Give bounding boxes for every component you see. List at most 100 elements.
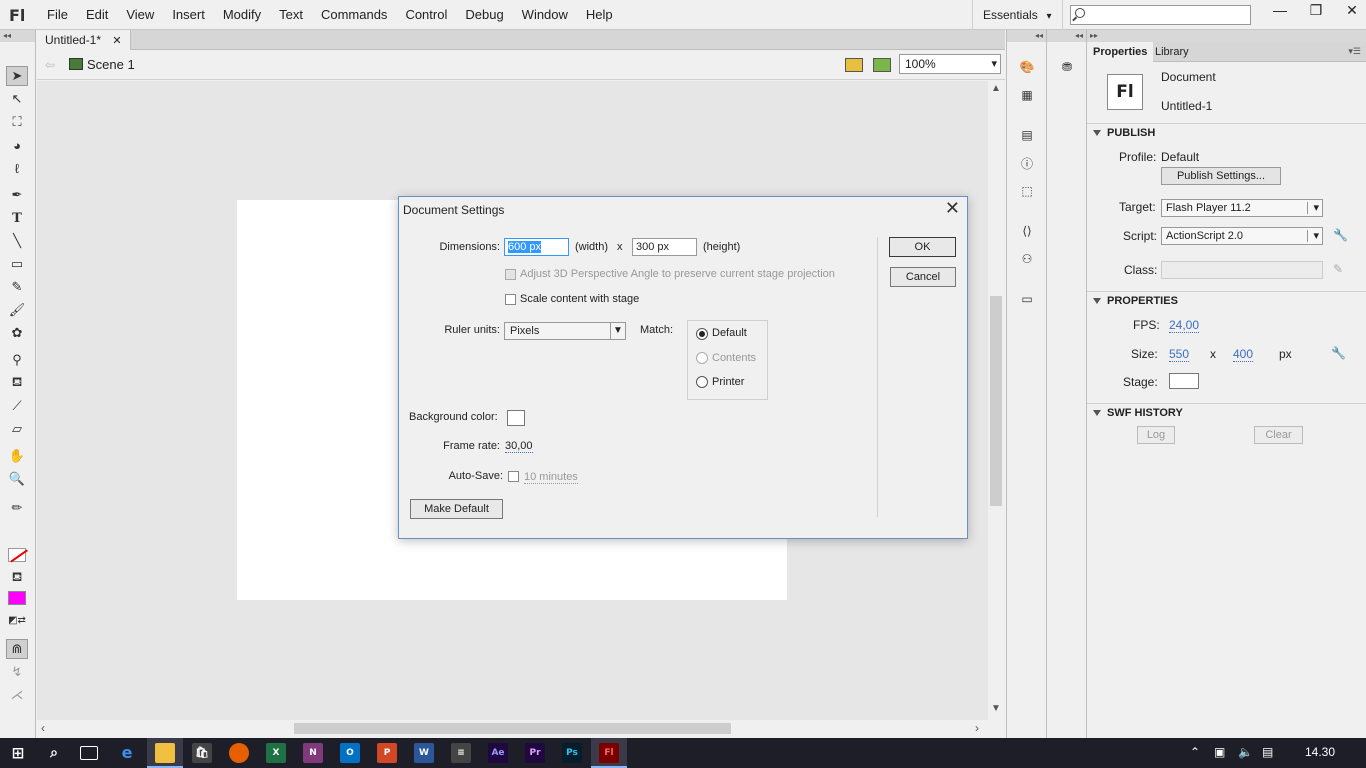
powerpoint-icon[interactable]: P [377,743,397,763]
free-transform-tool-icon[interactable]: ⛶ [6,112,28,132]
hand-tool-icon[interactable]: ✋ [6,446,28,466]
match-printer-radio[interactable] [696,376,708,388]
swap-colors-icon[interactable]: ◩⇄ [6,610,28,630]
color-panel-icon[interactable]: 🎨 [1017,58,1037,76]
stroke-color-icon[interactable]: ✏ [6,498,28,518]
subselection-tool-icon[interactable]: ↖ [6,89,28,109]
eyedropper-tool-icon[interactable]: ⟋ [6,396,28,416]
onenote-icon[interactable]: N [303,743,323,763]
outlook-icon[interactable]: O [340,743,360,763]
script-select[interactable]: ActionScript 2.0 [1161,227,1323,245]
lasso-tool-icon[interactable]: ℓ [6,158,28,178]
scroll-right-icon[interactable]: › [975,721,979,735]
actions-panel-icon[interactable]: ⟨⟩ [1017,222,1037,240]
menu-help[interactable]: Help [577,0,622,30]
publish-settings-button[interactable]: Publish Settings... [1161,167,1281,185]
zoom-tool-icon[interactable]: 🔍 [6,469,28,489]
deco-tool-icon[interactable]: ✿ [6,323,28,343]
horizontal-scroll-thumb[interactable] [294,723,731,734]
rectangle-tool-icon[interactable]: ▭ [6,254,28,274]
align-panel-icon[interactable]: ▤ [1017,126,1037,144]
edit-symbols-icon[interactable] [873,58,891,72]
actionscript-settings-icon[interactable]: 🔧 [1333,228,1348,242]
edit-scene-icon[interactable] [845,58,863,72]
properties-section-header[interactable]: PROPERTIES [1087,291,1366,309]
menu-insert[interactable]: Insert [163,0,214,30]
3d-rotation-tool-icon[interactable]: ◕ [6,135,28,155]
photoshop-icon[interactable]: Ps [562,743,582,763]
fill-color-icon[interactable]: ⛾ [6,568,28,588]
transform-panel-icon[interactable]: ⬚ [1017,182,1037,200]
restore-button[interactable]: ❐ [1298,0,1334,22]
word-icon[interactable]: W [414,743,434,763]
menu-text[interactable]: Text [270,0,312,30]
menu-window[interactable]: Window [513,0,577,30]
app-icon[interactable]: ≡ [451,743,471,763]
swf-history-section-header[interactable]: SWF HISTORY [1087,403,1366,421]
brush-tool-icon[interactable]: 🖌 [6,300,28,320]
fps-value[interactable]: 24,00 [1169,318,1200,333]
file-explorer-icon[interactable] [155,743,175,763]
size-height-value[interactable]: 400 [1233,347,1254,362]
zoom-select[interactable]: 100% [899,54,1001,74]
volume-icon[interactable]: 🔈 [1238,745,1253,759]
close-window-button[interactable]: ✕ [1334,0,1366,22]
line-tool-icon[interactable]: ╲ [6,231,28,251]
strip-collapse-button[interactable]: ◂◂ [1007,30,1046,42]
after-effects-icon[interactable]: Ae [488,743,508,763]
scroll-up-icon[interactable]: ▲ [991,83,1001,94]
excel-icon[interactable]: X [266,743,286,763]
edge-icon[interactable]: e [117,743,137,763]
ruler-units-select[interactable]: Pixels ▼ [504,322,626,340]
notifications-icon[interactable]: ▤ [1262,745,1273,759]
tray-overflow-icon[interactable]: ⌃ [1190,745,1200,759]
publish-section-header[interactable]: PUBLISH [1087,123,1366,141]
clock[interactable]: 14.30 [1305,745,1335,759]
info-panel-icon[interactable]: ⓘ [1017,154,1037,172]
flash-icon[interactable]: Fl [599,743,619,763]
menu-control[interactable]: Control [396,0,456,30]
start-icon[interactable]: ⊞ [8,743,28,763]
close-tab-icon[interactable]: ✕ [112,35,121,47]
size-width-value[interactable]: 550 [1169,347,1190,362]
fill-color-swatch[interactable] [8,591,26,605]
menu-commands[interactable]: Commands [312,0,396,30]
menu-view[interactable]: View [117,0,163,30]
properties-collapse-button[interactable]: ▸▸ [1087,30,1366,42]
pencil-tool-icon[interactable]: ✎ [6,277,28,297]
document-tab[interactable]: Untitled-1* ✕ [37,30,131,50]
scale-content-checkbox[interactable] [505,294,516,305]
autosave-checkbox[interactable] [508,471,519,482]
cancel-button[interactable]: Cancel [890,267,956,287]
tab-properties[interactable]: Properties [1087,42,1154,62]
menu-modify[interactable]: Modify [214,0,270,30]
bone-tool-icon[interactable]: ⚲ [6,350,28,370]
network-icon[interactable]: ▣ [1214,745,1225,759]
selection-tool-icon[interactable]: ➤ [6,66,28,86]
store-icon[interactable]: 🛍 [192,743,212,763]
menu-edit[interactable]: Edit [77,0,117,30]
stroke-color-swatch[interactable] [8,548,26,562]
frame-rate-value[interactable]: 30,00 [505,440,533,453]
width-input[interactable]: 600 px [504,238,569,256]
ok-button[interactable]: OK [889,237,956,257]
workspace-switcher[interactable]: Essentials [972,0,1063,30]
stage-color-swatch[interactable] [1169,373,1199,389]
scroll-left-icon[interactable]: ‹ [41,721,45,735]
menu-debug[interactable]: Debug [456,0,512,30]
height-input[interactable]: 300 px [632,238,697,256]
horizontal-scrollbar[interactable]: ‹ › [37,720,988,737]
match-default-radio[interactable] [696,328,708,340]
help-search-input[interactable] [1070,5,1251,25]
minimize-button[interactable]: — [1262,0,1298,22]
background-color-swatch[interactable] [507,410,525,426]
task-view-icon[interactable] [80,746,98,760]
scroll-down-icon[interactable]: ▼ [991,703,1001,714]
make-default-button[interactable]: Make Default [410,499,503,519]
text-tool-icon[interactable]: T [6,208,28,228]
dialog-close-icon[interactable]: ✕ [945,198,960,219]
target-select[interactable]: Flash Player 11.2 [1161,199,1323,217]
menu-file[interactable]: File [38,0,77,30]
panel-menu-icon[interactable]: ▾☰ [1348,46,1361,57]
document-settings-icon[interactable]: 🔧 [1331,346,1346,360]
